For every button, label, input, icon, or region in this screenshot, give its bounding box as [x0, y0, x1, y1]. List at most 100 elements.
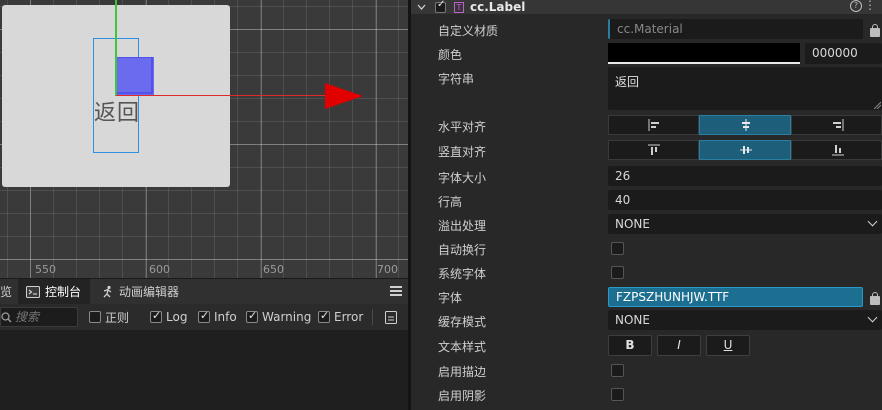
wrap-label: 自动换行: [438, 243, 487, 257]
filter-label: Info: [214, 310, 237, 324]
font-asset-field[interactable]: FZPSZHUNHJW.TTF: [608, 287, 863, 307]
y-axis-gizmo[interactable]: [115, 0, 117, 96]
component-enabled-checkbox[interactable]: ✓: [435, 0, 446, 13]
component-header[interactable]: ✓ T cc.Label ? ⋮: [411, 0, 882, 14]
ruler-tick: 550: [35, 263, 56, 276]
outline-checkbox[interactable]: [611, 364, 624, 377]
filter-label: Error: [334, 310, 364, 324]
align-top-icon: [648, 144, 660, 155]
v-align-bottom-button[interactable]: [791, 140, 882, 160]
lock-icon[interactable]: [870, 24, 880, 37]
filter-regex[interactable]: 正则: [89, 309, 129, 325]
align-center-icon: [742, 119, 750, 131]
regex-checkbox[interactable]: [89, 311, 101, 323]
filter-error[interactable]: Error: [318, 309, 363, 325]
x-axis-gizmo[interactable]: [116, 95, 331, 96]
system-font-checkbox[interactable]: [611, 266, 624, 279]
grid-line: [0, 259, 410, 260]
resize-handle-icon[interactable]: [873, 101, 881, 109]
h-align-left-button[interactable]: [608, 115, 699, 135]
h-align-center-button[interactable]: [699, 115, 791, 135]
h-align-label: 水平对齐: [438, 120, 487, 134]
cache-mode-label: 缓存模式: [438, 315, 487, 329]
info-checkbox[interactable]: [198, 309, 210, 323]
console-output[interactable]: [0, 330, 410, 410]
search-icon: [1, 312, 12, 323]
color-label: 颜色: [438, 48, 463, 62]
filter-warning[interactable]: Warning: [246, 309, 311, 325]
divider: [372, 309, 373, 325]
font-label: 字体: [438, 291, 463, 305]
v-align-top-button[interactable]: [608, 140, 699, 160]
tab-animation-editor[interactable]: 动画编辑器: [100, 279, 192, 305]
align-bottom-icon: [832, 145, 844, 156]
color-hex-field[interactable]: 000000: [805, 43, 882, 64]
string-label: 字符串: [438, 72, 475, 86]
x-axis-arrow-icon[interactable]: [325, 83, 363, 109]
warning-checkbox[interactable]: [246, 309, 258, 323]
component-title: cc.Label: [470, 0, 526, 14]
rect-gizmo-handle[interactable]: [116, 57, 154, 95]
text-style-label: 文本样式: [438, 340, 487, 354]
string-textarea[interactable]: 返回: [608, 67, 882, 110]
cache-mode-select[interactable]: NONE: [608, 310, 882, 330]
font-size-input[interactable]: 26: [608, 166, 882, 186]
runner-icon: [103, 285, 112, 298]
error-checkbox[interactable]: [318, 309, 330, 323]
shadow-label: 启用阴影: [438, 389, 487, 403]
overflow-value: NONE: [615, 217, 650, 231]
tab-console[interactable]: 控制台: [18, 279, 90, 305]
more-options-icon[interactable]: ⋮: [864, 0, 876, 11]
h-align-right-button[interactable]: [791, 115, 882, 135]
line-height-input[interactable]: 40: [608, 190, 882, 210]
system-font-label: 系统字体: [438, 267, 487, 281]
filter-label: Log: [166, 310, 188, 324]
ruler-tick: 700: [377, 263, 398, 276]
grid-line: [376, 0, 377, 278]
custom-material-field[interactable]: cc.Material: [608, 19, 863, 39]
custom-material-label: 自定义材质: [438, 24, 499, 38]
tab-explorer[interactable]: 览: [0, 279, 14, 305]
overflow-select[interactable]: NONE: [608, 214, 882, 234]
scene-view[interactable]: 返回 550 600 650 700: [0, 0, 410, 278]
horizontal-ruler: 550 600 650 700: [0, 262, 410, 278]
wrap-checkbox[interactable]: [611, 242, 624, 255]
underline-button[interactable]: U: [706, 335, 750, 356]
lock-icon[interactable]: [870, 292, 880, 305]
tab-label: 动画编辑器: [119, 285, 180, 299]
chevron-down-icon: [867, 216, 878, 227]
filter-label: Warning: [262, 310, 312, 324]
console-tab-bar: 览 控制台 动画编辑器: [0, 278, 410, 305]
align-middle-icon: [740, 146, 752, 154]
tab-label: 控制台: [45, 285, 82, 299]
outline-label: 启用描边: [438, 365, 487, 379]
align-right-icon: [833, 119, 844, 131]
tab-label: 览: [0, 285, 13, 299]
bold-button[interactable]: B: [608, 335, 652, 356]
chevron-down-icon[interactable]: [417, 4, 426, 10]
inspector-panel: ✓ T cc.Label ? ⋮ 自定义材质 cc.Material 颜色 00…: [411, 0, 882, 410]
menu-icon[interactable]: [390, 286, 402, 297]
console-toolbar: 搜索 正则 Log Info Warning Error: [0, 304, 410, 330]
clear-console-icon[interactable]: [385, 311, 397, 324]
color-swatch[interactable]: [608, 43, 800, 64]
align-left-icon: [648, 119, 659, 131]
overflow-label: 溢出处理: [438, 219, 487, 233]
help-icon[interactable]: ?: [850, 0, 862, 12]
filter-log[interactable]: Log: [150, 309, 187, 325]
log-checkbox[interactable]: [150, 309, 162, 323]
v-align-center-button[interactable]: [699, 140, 791, 160]
terminal-icon: [26, 286, 40, 298]
italic-button[interactable]: I: [657, 335, 701, 356]
label-component-icon: T: [454, 1, 464, 13]
cache-mode-value: NONE: [615, 313, 650, 327]
shadow-checkbox[interactable]: [611, 388, 624, 401]
v-align-label: 竖直对齐: [438, 145, 487, 159]
chevron-down-icon: [867, 312, 878, 323]
filter-info[interactable]: Info: [198, 309, 237, 325]
grid-line: [261, 0, 262, 278]
font-size-label: 字体大小: [438, 171, 487, 185]
line-height-label: 行高: [438, 195, 463, 209]
ruler-tick: 650: [263, 263, 284, 276]
ruler-tick: 600: [149, 263, 170, 276]
